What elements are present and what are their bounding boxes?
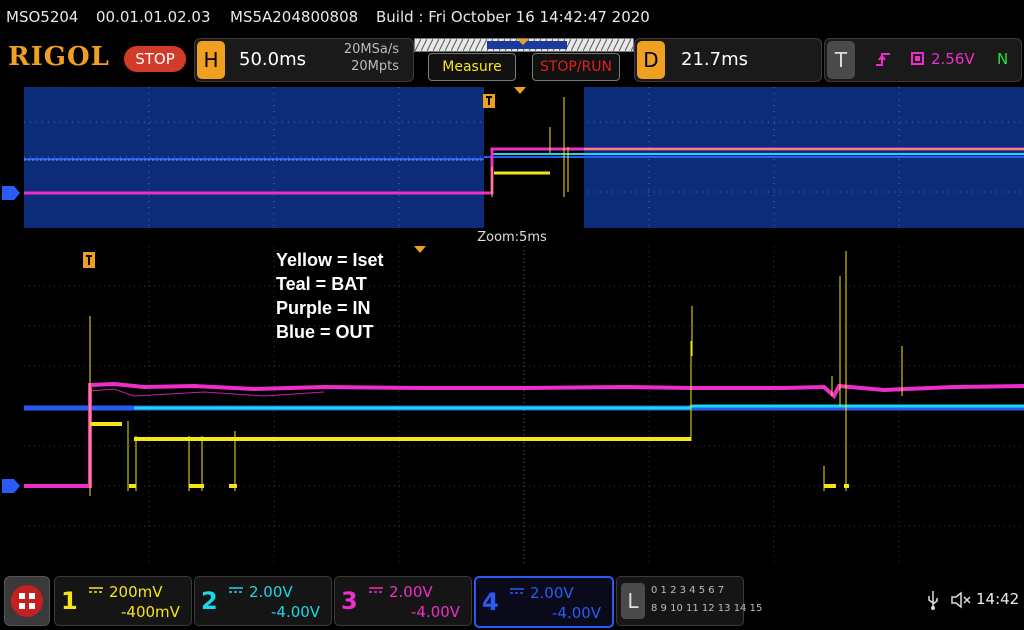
channel-2-offset: -4.00V	[271, 603, 321, 621]
memory-overview-bar[interactable]	[414, 38, 634, 52]
memory-depth: 20Mpts	[351, 59, 399, 74]
timebase-value: 50.0ms	[239, 49, 306, 70]
model-name: MSO5204	[6, 8, 79, 26]
delay-key[interactable]: D	[637, 41, 665, 79]
channel-2-panel[interactable]: 2 2.00V -4.00V	[194, 576, 332, 626]
logic-channels-row-2: 8 9 10 11 12 13 14 15	[651, 603, 763, 614]
usb-icon	[926, 590, 940, 610]
channel-3-number: 3	[341, 587, 358, 615]
measure-button[interactable]: Measure	[428, 53, 516, 81]
channel-1-scale: 200mV	[109, 583, 163, 601]
channel-1-number: 1	[61, 587, 78, 615]
build-info: Build : Fri October 16 14:42:47 2020	[376, 8, 650, 26]
trigger-delay-marker	[414, 246, 426, 253]
grid-menu-icon	[11, 585, 43, 617]
legend-teal: Teal = BAT	[276, 274, 367, 294]
legend-blue: Blue = OUT	[276, 322, 374, 342]
channel-2-scale: 2.00V	[249, 583, 293, 601]
stop-run-button[interactable]: STOP/RUN	[532, 53, 620, 81]
ch4-offset-marker[interactable]	[2, 479, 20, 493]
speaker-muted-icon[interactable]	[950, 591, 972, 609]
channel-1-offset: -400mV	[121, 603, 180, 621]
channel-1-panel[interactable]: 1 200mV -400mV	[54, 576, 192, 626]
channel-2-number: 2	[201, 587, 218, 615]
trigger-level: 2.56V	[931, 50, 975, 68]
delay-panel[interactable]: D 21.7ms	[634, 38, 822, 82]
sample-rate: 20MSa/s	[343, 42, 399, 57]
zoom-label: Zoom:5ms	[477, 230, 547, 245]
trace-iset	[90, 422, 849, 488]
app-menu-button[interactable]	[4, 576, 50, 626]
channel-3-panel[interactable]: 3 2.00V -4.00V	[334, 576, 472, 626]
zoom-overview-window[interactable]	[24, 87, 1024, 228]
firmware-version: 00.01.01.02.03	[96, 8, 211, 26]
status-bar: MSO5204 00.01.01.02.03 MS5A204800808 Bui…	[0, 0, 1024, 34]
channel-4-offset: -4.00V	[552, 604, 602, 622]
trigger-panel[interactable]: T 2.56V N	[824, 38, 1022, 82]
channel-4-number: 4	[482, 588, 499, 616]
horizontal-key[interactable]: H	[197, 41, 225, 79]
legend-yellow: Yellow = Iset	[276, 250, 384, 270]
legend-purple: Purple = IN	[276, 298, 371, 318]
system-clock: 14:42	[976, 590, 1020, 608]
dc-coupling-icon	[229, 587, 243, 593]
channel-legend-annotation: Yellow = Iset Teal = BAT Purple = IN Blu…	[276, 248, 384, 344]
logic-analyzer-panel[interactable]: L 0 1 2 3 4 5 6 7 8 9 10 11 12 13 14 15	[616, 576, 762, 626]
ch3-offset-marker-zoom[interactable]	[2, 186, 20, 200]
rising-edge-icon	[875, 51, 891, 67]
dc-coupling-icon	[510, 588, 524, 594]
zoom-center-marker	[514, 87, 526, 94]
dc-coupling-icon	[369, 587, 383, 593]
run-state-badge[interactable]: STOP	[124, 46, 186, 72]
dc-coupling-icon	[89, 587, 103, 593]
delay-value: 21.7ms	[681, 49, 748, 70]
channel-3-scale: 2.00V	[389, 583, 433, 601]
channel-4-scale: 2.00V	[530, 584, 574, 602]
trigger-mode: N	[997, 50, 1009, 68]
trigger-source-icon	[911, 52, 924, 65]
bottom-bar: 1 200mV -400mV 2 2.00V -4.00V 3 2.00V -4…	[0, 572, 1024, 630]
channel-3-offset: -4.00V	[411, 603, 461, 621]
channel-4-panel[interactable]: 4 2.00V -4.00V	[474, 576, 614, 628]
rigol-logo: RIGOL	[8, 42, 110, 72]
logic-key[interactable]: L	[621, 583, 645, 619]
trigger-key[interactable]: T	[827, 41, 855, 79]
horizontal-panel[interactable]: H 50.0ms 20MSa/s 20Mpts	[194, 38, 414, 82]
serial-number: MS5A204800808	[230, 8, 359, 26]
logic-channels-row-1: 0 1 2 3 4 5 6 7	[651, 585, 725, 596]
main-waveform-window[interactable]	[24, 246, 1024, 566]
